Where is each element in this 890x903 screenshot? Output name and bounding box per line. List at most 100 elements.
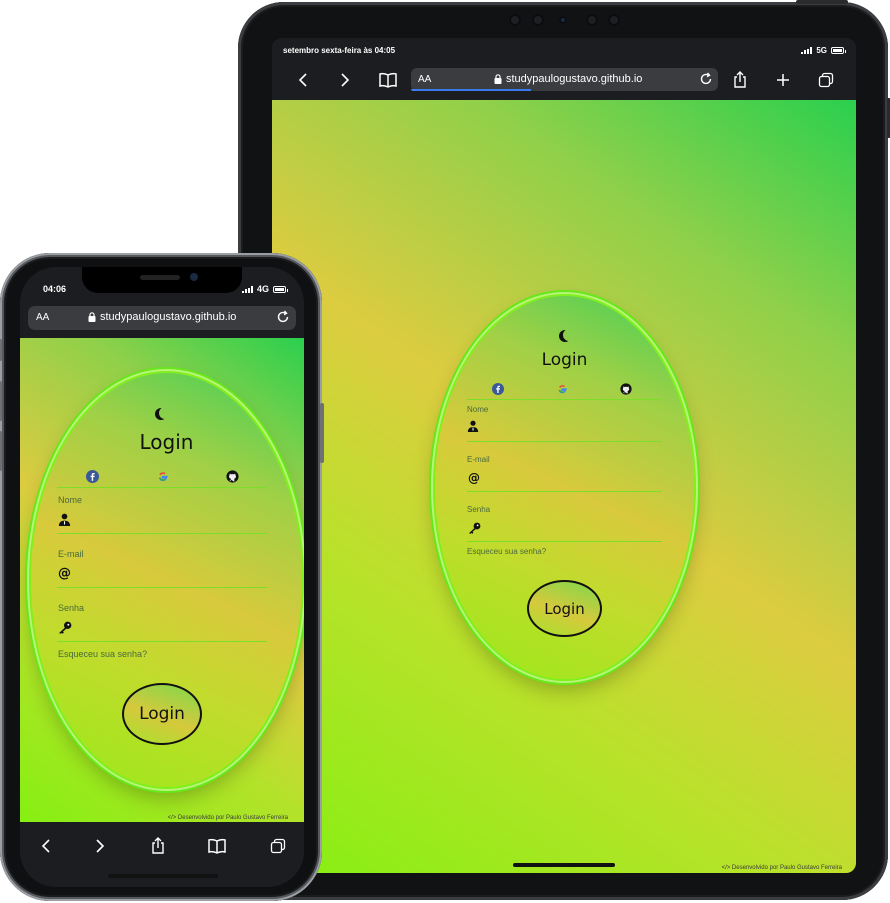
browser-bottom-toolbar — [20, 822, 304, 887]
phone-web-content: Login Nome E-mail @ Senha Esqueceu sua s… — [20, 338, 304, 822]
bookmarks-button[interactable] — [375, 68, 401, 92]
reload-icon — [277, 310, 289, 323]
at-icon: @ — [468, 471, 480, 485]
book-icon — [379, 72, 397, 88]
share-button[interactable] — [727, 68, 753, 92]
tablet-sensor-right — [586, 14, 598, 26]
password-label: Senha — [467, 505, 491, 514]
phone-volume-up — [0, 381, 2, 421]
key-icon — [467, 522, 481, 534]
credit-prefix: </> Desenvolvido por — [721, 865, 779, 871]
github-button[interactable] — [224, 468, 240, 484]
facebook-icon — [85, 469, 99, 483]
user-icon — [467, 420, 479, 432]
phone-notch — [82, 267, 242, 293]
share-button[interactable] — [145, 834, 171, 858]
tabs-button[interactable] — [813, 68, 839, 92]
lock-icon — [88, 312, 96, 322]
google-button[interactable] — [555, 382, 569, 396]
chevron-left-icon — [298, 73, 307, 87]
reload-button[interactable] — [276, 310, 290, 327]
home-indicator[interactable] — [108, 874, 218, 878]
tablet-status-bar: setembro sexta-feira às 04:05 5G — [272, 38, 856, 62]
battery-icon — [273, 285, 288, 293]
social-divider — [467, 399, 662, 400]
phone-silent-switch — [0, 339, 2, 361]
facebook-button[interactable] — [491, 382, 505, 396]
login-button[interactable]: Login — [122, 683, 202, 745]
tabs-icon — [270, 838, 286, 854]
login-title: Login — [541, 350, 588, 370]
page-load-progress — [411, 89, 531, 91]
moon-icon[interactable] — [563, 329, 575, 341]
google-icon — [558, 385, 567, 394]
at-icon: @ — [58, 566, 71, 581]
tabs-button[interactable] — [265, 834, 291, 858]
tablet-sensor — [532, 14, 544, 26]
email-label: E-mail — [467, 455, 490, 464]
reader-aa-button[interactable]: AA — [36, 312, 49, 323]
email-input[interactable] — [57, 587, 267, 588]
tablet-top-button — [796, 0, 848, 4]
back-button[interactable] — [33, 834, 59, 858]
status-indicators: 5G — [801, 46, 846, 55]
name-label: Nome — [467, 405, 489, 414]
home-indicator[interactable] — [513, 863, 615, 867]
new-tab-button[interactable] — [770, 68, 796, 92]
tablet-device: setembro sexta-feira às 04:05 5G AA stud… — [238, 0, 890, 900]
bookmarks-button[interactable] — [204, 834, 230, 858]
tablet-camera — [509, 14, 521, 26]
browser-toolbar: AA studypaulogustavo.github.io — [272, 62, 856, 100]
signal-icon — [241, 285, 253, 293]
login-card: Login Nome E-mail @ Senha Esqueceu sua s… — [435, 296, 694, 679]
network-type: 5G — [816, 46, 827, 55]
name-input[interactable] — [467, 441, 662, 442]
password-input[interactable] — [57, 641, 267, 642]
credit-author[interactable]: Paulo Gustavo Ferreira — [226, 815, 288, 821]
status-time: setembro sexta-feira às 04:05 — [283, 46, 396, 55]
tablet-web-content: Login Nome E-mail @ Senha Esqueceu sua s… — [272, 100, 856, 873]
name-label: Nome — [58, 495, 83, 505]
google-icon — [158, 471, 168, 481]
email-input[interactable] — [467, 491, 662, 492]
forward-button[interactable] — [87, 834, 113, 858]
google-button[interactable] — [154, 468, 170, 484]
phone-power-button — [320, 403, 324, 463]
forgot-password-link[interactable]: Esqueceu sua senha? — [467, 547, 546, 556]
front-camera — [190, 273, 198, 281]
moon-icon[interactable] — [159, 407, 171, 419]
name-input[interactable] — [57, 533, 267, 534]
back-button[interactable] — [290, 68, 316, 92]
credit-author[interactable]: Paulo Gustavo Ferreira — [780, 865, 842, 871]
share-icon — [734, 71, 746, 88]
address-bar[interactable]: AA studypaulogustavo.github.io — [411, 68, 718, 91]
earpiece-speaker — [140, 275, 180, 280]
phone-screen: 04:06 4G AA studypaulogustavo.github.io — [20, 267, 304, 887]
forgot-password-link[interactable]: Esqueceu sua senha? — [58, 649, 147, 659]
url-display: studypaulogustavo.github.io — [494, 73, 642, 85]
reload-button[interactable] — [699, 72, 713, 89]
password-label: Senha — [58, 603, 85, 613]
login-title: Login — [139, 430, 194, 454]
tablet-front-camera — [559, 16, 567, 24]
plus-icon — [777, 74, 789, 86]
forward-button[interactable] — [332, 68, 358, 92]
book-icon — [208, 838, 226, 854]
key-icon — [57, 621, 72, 634]
developer-credit: </> Desenvolvido por Paulo Gustavo Ferre… — [722, 865, 842, 871]
reader-aa-button[interactable]: AA — [418, 74, 431, 85]
github-icon — [620, 383, 632, 395]
github-icon — [225, 469, 239, 483]
chevron-left-icon — [41, 839, 50, 853]
facebook-button[interactable] — [84, 468, 100, 484]
phone-volume-down — [0, 431, 2, 471]
password-input[interactable] — [467, 541, 662, 542]
login-button[interactable]: Login — [527, 580, 602, 637]
github-button[interactable] — [619, 382, 633, 396]
chevron-right-icon — [96, 839, 105, 853]
social-divider — [57, 487, 267, 488]
url-text: studypaulogustavo.github.io — [100, 311, 237, 323]
address-bar[interactable]: AA studypaulogustavo.github.io — [28, 306, 296, 330]
url-display: studypaulogustavo.github.io — [88, 311, 236, 323]
battery-icon — [831, 47, 846, 54]
